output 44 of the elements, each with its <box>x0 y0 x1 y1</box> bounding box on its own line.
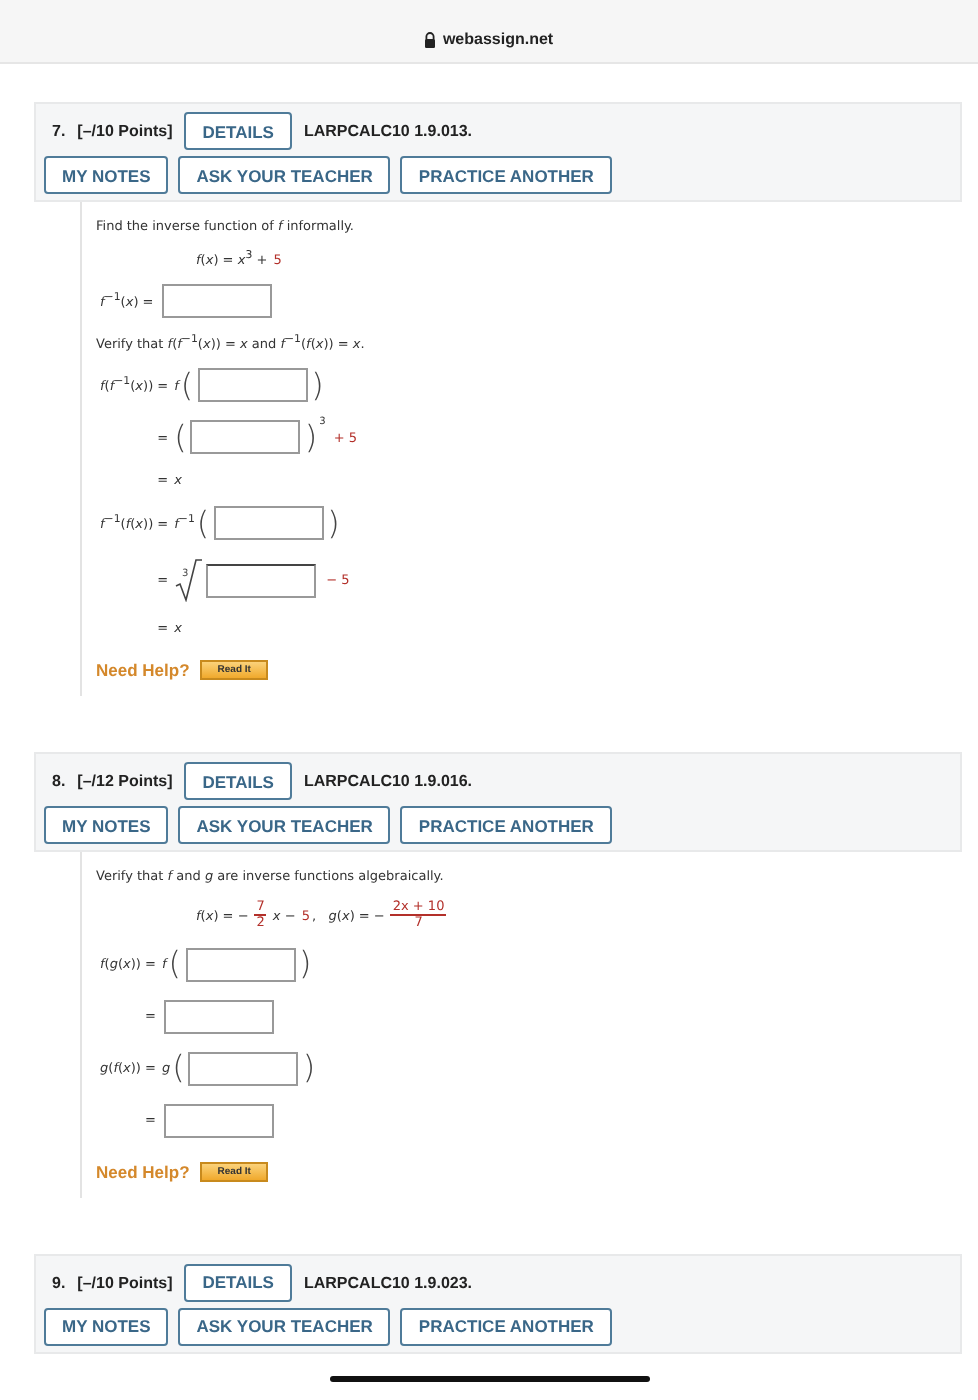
open-paren: ( <box>196 507 210 540</box>
points-text: [–/10 Points] <box>77 1273 173 1292</box>
answer-field[interactable] <box>185 947 296 982</box>
close-paren: ) <box>327 507 340 540</box>
details-button[interactable]: DETAILS <box>184 762 292 801</box>
action-button[interactable]: ASK YOUR TEACHER <box>178 1307 391 1346</box>
details-button[interactable]: DETAILS <box>184 112 292 150</box>
problem-code: LARPCALC10 1.9.013. <box>303 122 473 140</box>
action-button[interactable]: ASK YOUR TEACHER <box>178 156 391 194</box>
answer-field[interactable] <box>206 563 317 598</box>
answer-field[interactable] <box>163 1103 274 1138</box>
action-button[interactable]: MY NOTES <box>44 806 169 845</box>
details-button[interactable]: DETAILS <box>184 1263 292 1302</box>
answer-field[interactable] <box>163 999 274 1034</box>
answer-field[interactable] <box>161 284 272 319</box>
need-help-text: Need Help? <box>96 660 190 681</box>
open-paren: ( <box>172 1052 185 1085</box>
open-paren: ( <box>174 421 187 454</box>
close-paren: ) <box>302 1052 316 1085</box>
lock-icon <box>424 32 437 48</box>
points-text: [–/10 Points] <box>77 122 173 140</box>
question-number: 9. <box>52 1273 66 1292</box>
question-number: 7. <box>52 122 66 140</box>
problem-code: LARPCALC10 1.9.023. <box>303 1273 473 1292</box>
answer-field[interactable] <box>197 368 308 403</box>
answer-field[interactable] <box>190 420 301 455</box>
close-paren: ) <box>299 948 312 981</box>
action-button[interactable]: ASK YOUR TEACHER <box>178 806 391 845</box>
open-paren: ( <box>168 948 182 981</box>
need-help-text: Need Help? <box>96 1161 190 1182</box>
action-button[interactable]: PRACTICE ANOTHER <box>400 806 612 845</box>
action-button[interactable]: PRACTICE ANOTHER <box>400 156 612 194</box>
url-text: webassign.net <box>442 30 554 48</box>
open-paren: ( <box>180 369 194 402</box>
action-button[interactable]: PRACTICE ANOTHER <box>400 1307 612 1346</box>
answer-field[interactable] <box>188 1051 299 1086</box>
question-number: 8. <box>52 772 66 791</box>
close-paren: ) <box>304 421 318 454</box>
close-paren: ) <box>311 369 324 402</box>
answer-field[interactable] <box>213 506 324 541</box>
action-button[interactable]: MY NOTES <box>44 1307 169 1346</box>
problem-code: LARPCALC10 1.9.016. <box>303 772 473 791</box>
action-button[interactable]: MY NOTES <box>44 156 169 194</box>
points-text: [–/12 Points] <box>77 772 173 791</box>
